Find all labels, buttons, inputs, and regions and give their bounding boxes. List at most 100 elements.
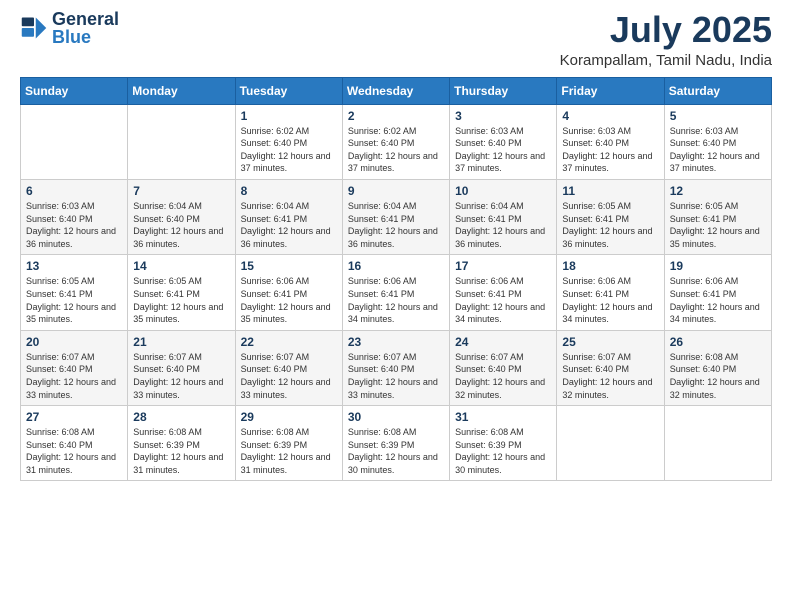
- day-number: 8: [241, 184, 338, 198]
- day-info: Sunrise: 6:03 AM Sunset: 6:40 PM Dayligh…: [26, 200, 123, 250]
- calendar-cell: 1 Sunrise: 6:02 AM Sunset: 6:40 PM Daylig…: [235, 104, 342, 179]
- logo-blue: Blue: [52, 28, 119, 46]
- day-number: 9: [348, 184, 445, 198]
- day-number: 30: [348, 410, 445, 424]
- day-number: 29: [241, 410, 338, 424]
- day-info: Sunrise: 6:07 AM Sunset: 6:40 PM Dayligh…: [348, 351, 445, 401]
- day-number: 20: [26, 335, 123, 349]
- day-number: 13: [26, 259, 123, 273]
- col-monday: Monday: [128, 77, 235, 104]
- calendar-cell: 20 Sunrise: 6:07 AM Sunset: 6:40 PM Dayli…: [21, 330, 128, 405]
- day-info: Sunrise: 6:04 AM Sunset: 6:41 PM Dayligh…: [348, 200, 445, 250]
- calendar-cell: 9 Sunrise: 6:04 AM Sunset: 6:41 PM Daylig…: [342, 179, 449, 254]
- day-info: Sunrise: 6:08 AM Sunset: 6:39 PM Dayligh…: [241, 426, 338, 476]
- calendar-cell: 6 Sunrise: 6:03 AM Sunset: 6:40 PM Daylig…: [21, 179, 128, 254]
- calendar-cell: 22Sunrise: 6:07 AM Sunset: 6:40 PM Dayli…: [235, 330, 342, 405]
- day-number: 27: [26, 410, 123, 424]
- calendar-cell: 19 Sunrise: 6:06 AM Sunset: 6:41 PM Dayli…: [664, 255, 771, 330]
- day-info: Sunrise: 6:02 AM Sunset: 6:40 PM Dayligh…: [348, 125, 445, 175]
- page: General Blue July 2025 Korampallam, Tami…: [0, 0, 792, 612]
- day-number: 26: [670, 335, 767, 349]
- calendar-cell: 7 Sunrise: 6:04 AM Sunset: 6:40 PM Daylig…: [128, 179, 235, 254]
- calendar-cell: 12 Sunrise: 6:05 AM Sunset: 6:41 PM Dayli…: [664, 179, 771, 254]
- calendar-cell: 15Sunrise: 6:06 AM Sunset: 6:41 PM Dayli…: [235, 255, 342, 330]
- day-info: Sunrise: 6:05 AM Sunset: 6:41 PM Dayligh…: [670, 200, 767, 250]
- calendar-cell: 18Sunrise: 6:06 AM Sunset: 6:41 PM Dayli…: [557, 255, 664, 330]
- day-number: 14: [133, 259, 230, 273]
- week-row-1: 1 Sunrise: 6:02 AM Sunset: 6:40 PM Daylig…: [21, 104, 772, 179]
- day-info: Sunrise: 6:03 AM Sunset: 6:40 PM Dayligh…: [455, 125, 552, 175]
- day-info: Sunrise: 6:08 AM Sunset: 6:39 PM Dayligh…: [348, 426, 445, 476]
- day-info: Sunrise: 6:08 AM Sunset: 6:40 PM Dayligh…: [670, 351, 767, 401]
- day-number: 23: [348, 335, 445, 349]
- logo-general: General: [52, 10, 119, 28]
- calendar-cell: 25 Sunrise: 6:07 AM Sunset: 6:40 PM Dayli…: [557, 330, 664, 405]
- day-number: 19: [670, 259, 767, 273]
- calendar-cell: 16Sunrise: 6:06 AM Sunset: 6:41 PM Dayli…: [342, 255, 449, 330]
- day-info: Sunrise: 6:07 AM Sunset: 6:40 PM Dayligh…: [26, 351, 123, 401]
- calendar-cell: 11Sunrise: 6:05 AM Sunset: 6:41 PM Dayli…: [557, 179, 664, 254]
- calendar-cell: 14 Sunrise: 6:05 AM Sunset: 6:41 PM Dayli…: [128, 255, 235, 330]
- calendar-cell: 26 Sunrise: 6:08 AM Sunset: 6:40 PM Dayli…: [664, 330, 771, 405]
- calendar-cell: 30 Sunrise: 6:08 AM Sunset: 6:39 PM Dayli…: [342, 406, 449, 481]
- calendar-header-row: Sunday Monday Tuesday Wednesday Thursday…: [21, 77, 772, 104]
- day-info: Sunrise: 6:03 AM Sunset: 6:40 PM Dayligh…: [562, 125, 659, 175]
- day-info: Sunrise: 6:08 AM Sunset: 6:40 PM Dayligh…: [26, 426, 123, 476]
- day-info: Sunrise: 6:03 AM Sunset: 6:40 PM Dayligh…: [670, 125, 767, 175]
- day-number: 1: [241, 109, 338, 123]
- day-info: Sunrise: 6:05 AM Sunset: 6:41 PM Dayligh…: [562, 200, 659, 250]
- calendar-cell: 8 Sunrise: 6:04 AM Sunset: 6:41 PM Daylig…: [235, 179, 342, 254]
- day-number: 21: [133, 335, 230, 349]
- day-info: Sunrise: 6:04 AM Sunset: 6:41 PM Dayligh…: [455, 200, 552, 250]
- day-number: 25: [562, 335, 659, 349]
- day-number: 7: [133, 184, 230, 198]
- calendar-table: Sunday Monday Tuesday Wednesday Thursday…: [20, 77, 772, 482]
- day-number: 12: [670, 184, 767, 198]
- day-info: Sunrise: 6:02 AM Sunset: 6:40 PM Dayligh…: [241, 125, 338, 175]
- calendar-cell: [664, 406, 771, 481]
- calendar-cell: 13Sunrise: 6:05 AM Sunset: 6:41 PM Dayli…: [21, 255, 128, 330]
- day-number: 6: [26, 184, 123, 198]
- header: General Blue July 2025 Korampallam, Tami…: [20, 10, 772, 69]
- col-tuesday: Tuesday: [235, 77, 342, 104]
- calendar-cell: 10Sunrise: 6:04 AM Sunset: 6:41 PM Dayli…: [450, 179, 557, 254]
- calendar-cell: [557, 406, 664, 481]
- day-info: Sunrise: 6:05 AM Sunset: 6:41 PM Dayligh…: [133, 275, 230, 325]
- day-number: 28: [133, 410, 230, 424]
- day-info: Sunrise: 6:06 AM Sunset: 6:41 PM Dayligh…: [670, 275, 767, 325]
- day-number: 4: [562, 109, 659, 123]
- calendar-cell: 29 Sunrise: 6:08 AM Sunset: 6:39 PM Dayli…: [235, 406, 342, 481]
- subtitle: Korampallam, Tamil Nadu, India: [560, 52, 772, 69]
- logo: General Blue: [20, 10, 119, 46]
- col-friday: Friday: [557, 77, 664, 104]
- main-title: July 2025: [560, 10, 772, 50]
- day-info: Sunrise: 6:08 AM Sunset: 6:39 PM Dayligh…: [133, 426, 230, 476]
- calendar-cell: 17 Sunrise: 6:06 AM Sunset: 6:41 PM Dayli…: [450, 255, 557, 330]
- calendar-cell: 31Sunrise: 6:08 AM Sunset: 6:39 PM Dayli…: [450, 406, 557, 481]
- day-info: Sunrise: 6:06 AM Sunset: 6:41 PM Dayligh…: [348, 275, 445, 325]
- calendar-cell: 21 Sunrise: 6:07 AM Sunset: 6:40 PM Dayli…: [128, 330, 235, 405]
- col-sunday: Sunday: [21, 77, 128, 104]
- calendar-cell: [21, 104, 128, 179]
- calendar-cell: 5 Sunrise: 6:03 AM Sunset: 6:40 PM Daylig…: [664, 104, 771, 179]
- day-info: Sunrise: 6:07 AM Sunset: 6:40 PM Dayligh…: [133, 351, 230, 401]
- day-number: 2: [348, 109, 445, 123]
- day-info: Sunrise: 6:07 AM Sunset: 6:40 PM Dayligh…: [562, 351, 659, 401]
- day-info: Sunrise: 6:06 AM Sunset: 6:41 PM Dayligh…: [241, 275, 338, 325]
- col-thursday: Thursday: [450, 77, 557, 104]
- day-number: 5: [670, 109, 767, 123]
- day-number: 17: [455, 259, 552, 273]
- day-number: 22: [241, 335, 338, 349]
- col-saturday: Saturday: [664, 77, 771, 104]
- calendar-cell: 24Sunrise: 6:07 AM Sunset: 6:40 PM Dayli…: [450, 330, 557, 405]
- calendar-cell: 3 Sunrise: 6:03 AM Sunset: 6:40 PM Daylig…: [450, 104, 557, 179]
- day-number: 3: [455, 109, 552, 123]
- calendar-cell: 28 Sunrise: 6:08 AM Sunset: 6:39 PM Dayli…: [128, 406, 235, 481]
- day-info: Sunrise: 6:04 AM Sunset: 6:40 PM Dayligh…: [133, 200, 230, 250]
- col-wednesday: Wednesday: [342, 77, 449, 104]
- calendar-cell: 4 Sunrise: 6:03 AM Sunset: 6:40 PM Daylig…: [557, 104, 664, 179]
- day-info: Sunrise: 6:04 AM Sunset: 6:41 PM Dayligh…: [241, 200, 338, 250]
- day-info: Sunrise: 6:06 AM Sunset: 6:41 PM Dayligh…: [455, 275, 552, 325]
- calendar-cell: 2 Sunrise: 6:02 AM Sunset: 6:40 PM Daylig…: [342, 104, 449, 179]
- calendar-cell: 23 Sunrise: 6:07 AM Sunset: 6:40 PM Dayli…: [342, 330, 449, 405]
